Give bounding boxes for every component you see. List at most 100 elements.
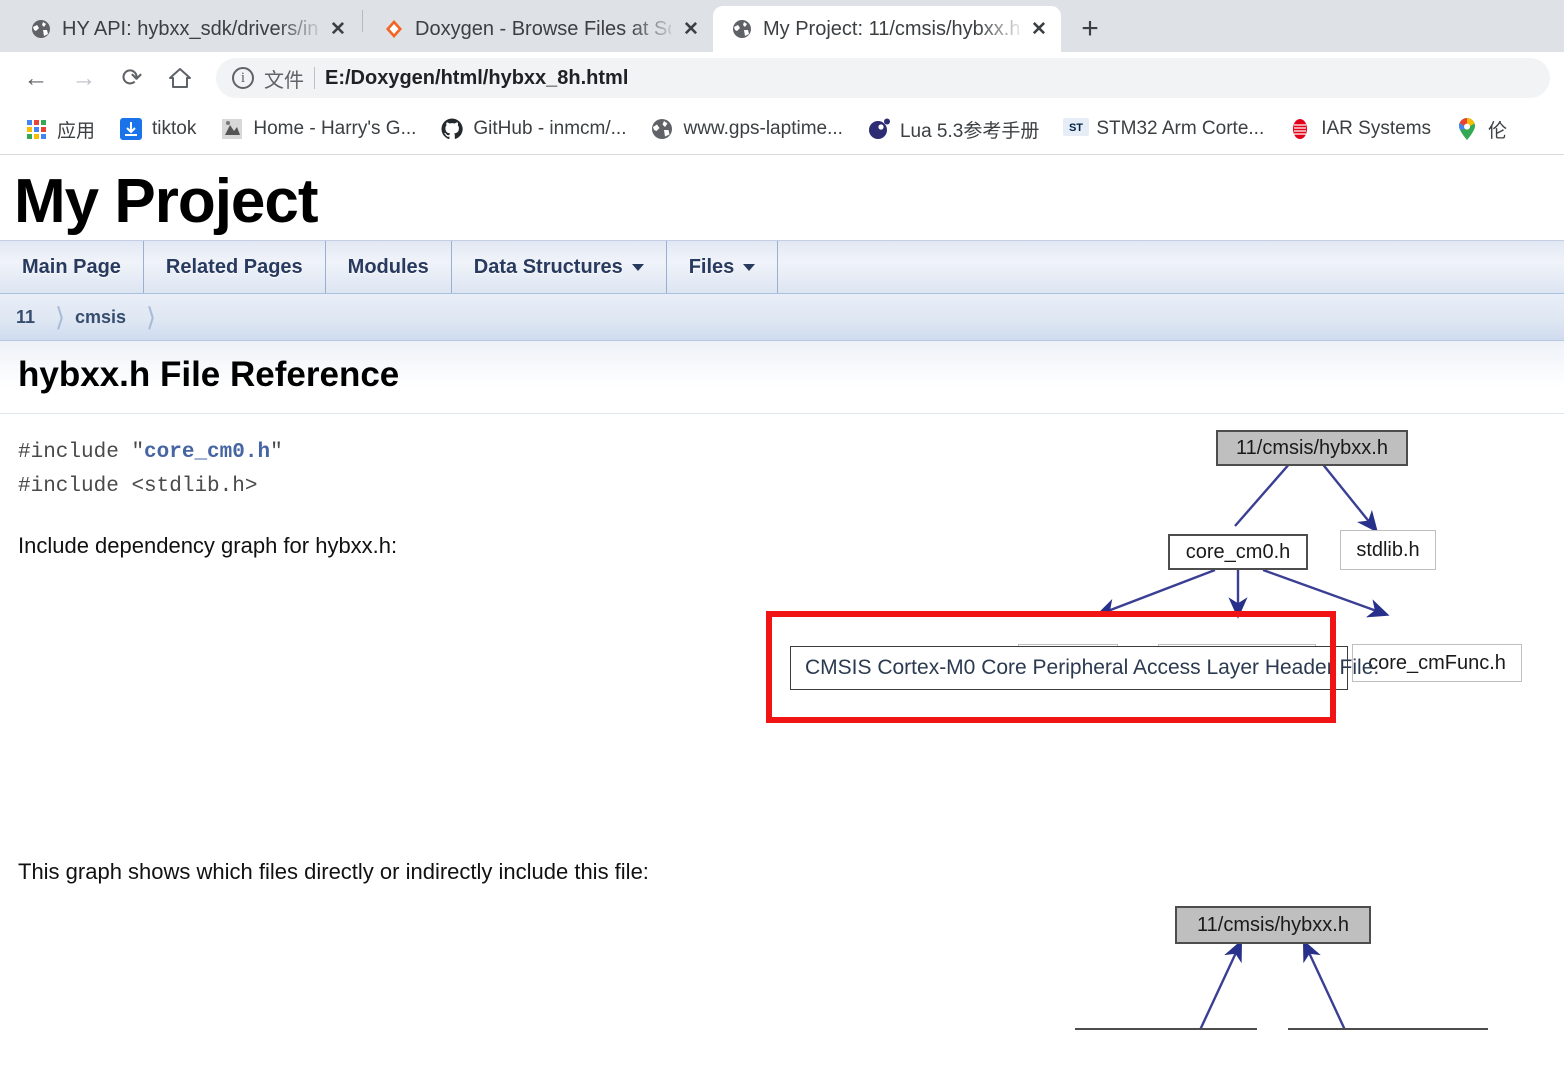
- include-directive: #include: [18, 441, 119, 465]
- page-title: hybxx.h File Reference: [18, 355, 400, 395]
- tab-related-pages[interactable]: Related Pages: [144, 241, 326, 294]
- tab-title: HY API: hybxx_sdk/drivers/inc/: [62, 17, 318, 40]
- bookmark-label: GitHub - inmcm/...: [473, 118, 627, 139]
- globe-icon: [30, 18, 52, 40]
- included-by-graph: 11/cmsis/hybxx.h 11/device/dbg.c 11/devi…: [1040, 886, 1520, 1030]
- bookmark-label: Lua 5.3参考手册: [899, 120, 1040, 142]
- tab-files[interactable]: Files: [667, 241, 779, 294]
- bookmark-github[interactable]: GitHub - inmcm/...: [430, 113, 636, 145]
- page-content: #include "core_cm0.h" #include <stdlib.h…: [0, 414, 1564, 1030]
- close-icon[interactable]: ✕: [1029, 18, 1049, 41]
- graph-node-root: 11/cmsis/hybxx.h: [1216, 430, 1408, 467]
- bookmark-label: 应用: [57, 120, 96, 142]
- site-icon: [220, 117, 244, 141]
- tab-label: Files: [688, 255, 735, 278]
- browser-tab-2[interactable]: Doxygen - Browse Files at Sou ✕: [365, 6, 713, 52]
- doxygen-icon: [383, 18, 405, 40]
- globe-icon: [650, 117, 674, 141]
- github-icon: [440, 117, 464, 141]
- include-open-quote: ": [131, 441, 145, 465]
- bookmark-gps-laptime[interactable]: www.gps-laptime...: [640, 113, 852, 145]
- home-icon[interactable]: [158, 56, 202, 100]
- tooltip-text: CMSIS Cortex-M0 Core Peripheral Access L…: [805, 656, 1380, 680]
- globe-icon: [731, 18, 753, 40]
- chevron-right-icon: ⟩: [146, 301, 157, 332]
- new-tab-button[interactable]: +: [1067, 6, 1113, 52]
- caption-included-by: This graph shows which files directly or…: [18, 859, 649, 885]
- chevron-right-icon: ⟩: [54, 301, 66, 332]
- graph-node-core-cm0: core_cm0.h: [1168, 534, 1308, 571]
- bookmark-lua[interactable]: Lua 5.3参考手册: [857, 112, 1049, 147]
- graph-node-label: 11/cmsis/hybxx.h: [1197, 913, 1349, 936]
- graph-node-tooltip: CMSIS Cortex-M0 Core Peripheral Access L…: [790, 646, 1379, 691]
- include-open-bracket: <: [131, 474, 145, 498]
- tab-main-page[interactable]: Main Page: [0, 241, 144, 294]
- tab-label: Data Structures: [473, 255, 623, 278]
- lua-icon: [867, 117, 891, 141]
- tab-label: Related Pages: [165, 255, 303, 278]
- maps-pin-icon: [1455, 117, 1479, 141]
- breadcrumb-item-cmsis[interactable]: cmsis: [75, 307, 136, 328]
- graph-node-label: core_cmFunc.h: [1368, 651, 1506, 674]
- chevron-down-icon: [743, 263, 756, 271]
- url-scheme-label: 文件: [264, 69, 304, 92]
- tab-modules[interactable]: Modules: [326, 241, 452, 294]
- bookmark-label: Home - Harry's G...: [253, 118, 417, 139]
- graph-node-device-dbg: 11/device/dbg.c: [1075, 1028, 1257, 1030]
- tab-strip: HY API: hybxx_sdk/drivers/inc/ ✕ Doxygen…: [0, 0, 1564, 52]
- bookmark-label: STM32 Arm Corte...: [1096, 118, 1265, 139]
- tab-divider: [362, 10, 363, 32]
- browser-tab-1[interactable]: HY API: hybxx_sdk/drivers/inc/ ✕: [12, 6, 360, 52]
- forward-icon[interactable]: →: [62, 56, 106, 100]
- browser-toolbar: ← → ⟳ i 文件 E:/Doxygen/html/hybxx_8h.html: [0, 52, 1564, 104]
- include-directive: #include: [18, 474, 119, 498]
- browser-window: HY API: hybxx_sdk/drivers/inc/ ✕ Doxygen…: [0, 0, 1564, 1078]
- tab-label: Main Page: [22, 255, 121, 278]
- tab-title: Doxygen - Browse Files at Sou: [415, 17, 671, 40]
- bookmark-iar[interactable]: IAR Systems: [1278, 113, 1441, 145]
- doxygen-page: My Project Main Page Related Pages Modul…: [0, 155, 1564, 1030]
- include-close-quote: ": [270, 441, 283, 465]
- tab-title: My Project: 11/cmsis/hybxx.h F: [763, 17, 1019, 40]
- project-title: My Project: [14, 167, 319, 236]
- bookmarks-bar: 应用 tiktok Home - Harry's G... GitHub - i…: [0, 104, 1564, 155]
- omnibox-divider: [314, 67, 315, 89]
- include-link-core-cm0[interactable]: core_cm0.h: [144, 441, 270, 464]
- close-icon[interactable]: ✕: [328, 18, 348, 41]
- include-target-stdlib: stdlib.h: [144, 474, 245, 498]
- bookmark-label: 伦: [1488, 120, 1508, 142]
- bookmark-label: www.gps-laptime...: [683, 118, 843, 139]
- address-bar[interactable]: i 文件 E:/Doxygen/html/hybxx_8h.html: [216, 58, 1550, 98]
- bookmark-home-harrys[interactable]: Home - Harry's G...: [210, 113, 426, 145]
- browser-tab-3[interactable]: My Project: 11/cmsis/hybxx.h F ✕: [713, 6, 1061, 52]
- apps-grid-icon: [24, 117, 48, 141]
- iar-icon: [1288, 117, 1312, 141]
- back-icon[interactable]: ←: [14, 56, 58, 100]
- tab-data-structures[interactable]: Data Structures: [452, 241, 667, 294]
- graph-node-device-rcc: 11/device/inc/rcc.h: [1288, 1028, 1488, 1030]
- graph-node-label: stdlib.h: [1356, 538, 1420, 561]
- svg-text:ST: ST: [1069, 122, 1083, 134]
- st-icon: ST: [1063, 117, 1090, 141]
- bookmark-apps[interactable]: 应用: [14, 112, 105, 147]
- breadcrumb: 11 ⟩ cmsis ⟩: [0, 294, 1564, 342]
- bookmark-label: IAR Systems: [1321, 118, 1432, 139]
- download-icon: [119, 117, 143, 141]
- bookmark-tiktok[interactable]: tiktok: [109, 113, 206, 145]
- url-text[interactable]: E:/Doxygen/html/hybxx_8h.html: [325, 67, 628, 90]
- chevron-down-icon: [631, 263, 644, 271]
- close-icon[interactable]: ✕: [681, 18, 701, 41]
- reload-icon[interactable]: ⟳: [110, 56, 154, 100]
- breadcrumb-item-11[interactable]: 11: [16, 307, 45, 328]
- tab-label: Modules: [347, 255, 429, 278]
- info-icon[interactable]: i: [232, 67, 254, 89]
- graph-node-label: core_cm0.h: [1185, 540, 1291, 563]
- include-close-bracket: >: [244, 474, 258, 498]
- graph-node-root2: 11/cmsis/hybxx.h: [1175, 906, 1371, 945]
- bookmark-maps[interactable]: 伦: [1445, 112, 1517, 147]
- doxygen-nav-tabs: Main Page Related Pages Modules Data Str…: [0, 240, 1564, 295]
- graph-node-label: 11/cmsis/hybxx.h: [1236, 436, 1388, 459]
- graph-node-stdlib: stdlib.h: [1340, 530, 1436, 571]
- bookmark-label: tiktok: [152, 118, 197, 139]
- bookmark-stm32[interactable]: ST STM32 Arm Corte...: [1053, 113, 1274, 145]
